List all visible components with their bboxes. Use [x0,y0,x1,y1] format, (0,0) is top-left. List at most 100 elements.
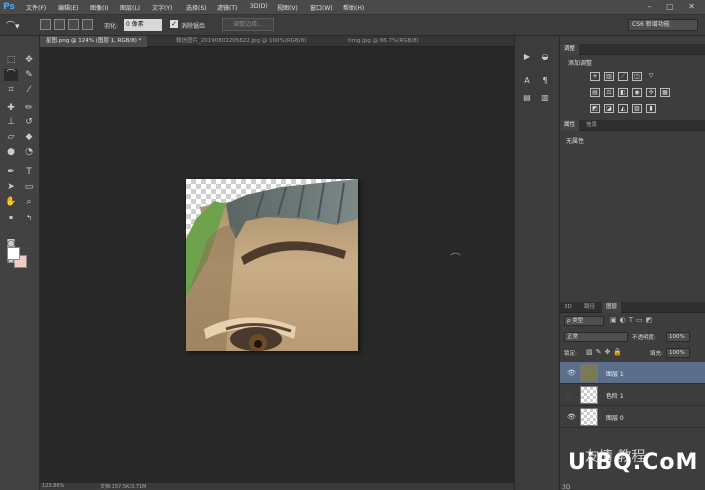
dodge-tool-icon[interactable]: ◔ [22,146,36,158]
paint-bucket-icon[interactable]: ◆ [22,131,36,143]
exposure-icon[interactable]: ◫ [632,72,642,81]
opacity-input[interactable]: 100% [666,332,690,342]
eyedropper-tool-icon[interactable]: ⁄ [22,84,36,96]
play-action-icon[interactable]: ▶ [521,52,533,62]
panel-dock: ▶ ◒ A ¶ ▤ ▥ [514,36,560,490]
clone-stamp-icon[interactable]: ⊥ [4,116,18,128]
tab-doc-1[interactable]: 星图.png @ 124% (图层 1, RGB/8) * [40,36,148,47]
move-tool-icon[interactable]: ✥ [22,54,36,66]
menu-select[interactable]: 选择(S) [186,3,207,12]
tab-paths[interactable]: 路径 [580,302,599,313]
brush-preset-icon[interactable]: ◒ [539,52,551,62]
menu-view[interactable]: 视图(V) [277,3,298,12]
tab-properties[interactable]: 属性 [560,120,580,131]
pen-tool-icon[interactable]: ✒ [4,166,18,178]
menu-help[interactable]: 帮助(H) [343,3,364,12]
crop-tool-icon[interactable]: ⌗ [4,84,18,96]
blend-mode-select[interactable]: 正常 [564,332,628,342]
layer-filter-icons[interactable]: ▣◐T▭◩ [610,316,655,324]
window-controls[interactable]: – ▢ ✕ [648,2,701,11]
zoom-tool-icon[interactable]: ⌕ [22,196,36,208]
invert-icon[interactable]: ◩ [590,104,600,113]
menu-file[interactable]: 文件(F) [26,3,46,12]
character-icon[interactable]: A [521,76,533,86]
layer-row[interactable]: 👁 图层 1 [560,362,705,384]
color-lookup-icon[interactable]: ▦ [660,88,670,97]
hue-saturation-icon[interactable]: ▤ [590,88,600,97]
curves-icon[interactable]: ⟋ [618,72,628,81]
lasso-cursor-icon: ⌒ [450,252,461,265]
menu-bar: Ps 文件(F) 编辑(E) 图像(I) 图层(L) 文字(Y) 选择(S) 滤… [0,0,705,15]
zoom-level[interactable]: 123.86% [42,483,64,489]
color-balance-icon[interactable]: ⚖ [604,88,614,97]
bottom-3d-tab[interactable]: 3D [562,484,570,490]
lasso-tool-icon[interactable]: ⌒ [4,69,18,81]
tab-adjustments[interactable]: 调整 [560,44,580,55]
history-brush-icon[interactable]: ↺ [22,116,36,128]
visibility-eye-icon[interactable]: 👁 [567,369,576,377]
paragraph-icon[interactable]: ¶ [539,76,551,86]
layer-filter-select[interactable]: ρ 类型 [564,316,604,326]
channel-mixer-icon[interactable]: ✣ [646,88,656,97]
menu-layer[interactable]: 图层(L) [120,3,140,12]
brightness-icon[interactable]: ☀ [590,72,600,81]
history-icon[interactable]: ▤ [521,93,533,103]
photo-filter-icon[interactable]: ◉ [632,88,642,97]
rectangle-tool-icon[interactable]: ▭ [22,181,36,193]
menu-image[interactable]: 图像(I) [90,3,108,12]
menu-type[interactable]: 文字(Y) [152,3,172,12]
lock-icons[interactable]: ▨✎✥🔒 [586,348,625,356]
tab-doc-3[interactable]: timg.jpg @ 86.7%(RGB/8) [342,36,425,47]
layer-row[interactable]: 👁 图层 0 [560,406,705,428]
fill-input[interactable]: 100% [666,348,690,358]
visibility-eye-icon[interactable]: 👁 [567,413,576,421]
tab-doc-2[interactable]: 微信图片_20190802205822.jpg @ 100%(RGB/8) [170,36,312,47]
subtract-selection-icon[interactable] [68,19,79,30]
intersect-selection-icon[interactable] [82,19,93,30]
new-selection-icon[interactable] [40,19,51,30]
workspace-select[interactable]: CS6 新增功能 [628,19,698,31]
foreground-color-swatch[interactable] [7,247,20,260]
hand-tool-icon[interactable]: ✋ [4,196,18,208]
tab-3d[interactable]: 3D [560,302,576,313]
swap-colors-icon[interactable]: ↰ [22,212,36,224]
lasso-preset-icon[interactable]: ⌒▾ [6,19,20,32]
add-selection-icon[interactable] [54,19,65,30]
posterize-icon[interactable]: ◪ [604,104,614,113]
gradient-map-icon[interactable]: ▨ [632,104,642,113]
menu-filter[interactable]: 滤镜(T) [217,3,237,12]
tab-info[interactable]: 信息 [582,120,601,131]
layer-name[interactable]: 色阶 1 [606,391,624,400]
visibility-off-icon[interactable]: ▫ [567,391,572,399]
selective-color-icon[interactable]: ▮ [646,104,656,113]
levels-icon[interactable]: ▥ [604,72,614,81]
layer-name[interactable]: 图层 0 [606,413,624,422]
path-selection-icon[interactable]: ➤ [4,181,18,193]
marquee-tool-icon[interactable]: ⬚ [4,54,18,66]
menu-window[interactable]: 窗口(W) [310,3,333,12]
threshold-icon[interactable]: ◭ [618,104,628,113]
quick-selection-tool-icon[interactable]: ✎ [22,69,36,81]
canvas-area[interactable]: ⌒ [40,47,514,483]
layer-row[interactable]: ▫ 色阶 1 [560,384,705,406]
menu-edit[interactable]: 编辑(E) [58,3,78,12]
vibrance-icon[interactable]: ▽ [646,72,656,81]
watermark-text: UiBQ.CoM [568,450,699,475]
black-white-icon[interactable]: ◧ [618,88,628,97]
default-colors-icon[interactable]: ▪ [4,212,18,224]
menu-3d[interactable]: 3D(D) [250,3,268,10]
refine-edge-button[interactable]: 调整边缘... [222,18,274,31]
healing-brush-icon[interactable]: ✚ [4,102,18,114]
type-tool-icon[interactable]: T [22,166,36,178]
layer-thumbnail [580,408,598,426]
tool-preset-icon[interactable]: ▥ [539,93,551,103]
brush-tool-icon[interactable]: ✏ [22,102,36,114]
antialias-checkbox[interactable]: ✓ [170,20,178,28]
blur-tool-icon[interactable]: ● [4,146,18,158]
antialias-label: 消除锯齿 [181,23,206,30]
eraser-tool-icon[interactable]: ▱ [4,131,18,143]
feather-input[interactable]: 0 像素 [124,19,162,31]
document-image[interactable] [186,179,358,351]
layer-name[interactable]: 图层 1 [606,369,624,378]
tab-layers[interactable]: 图层 [602,302,622,313]
